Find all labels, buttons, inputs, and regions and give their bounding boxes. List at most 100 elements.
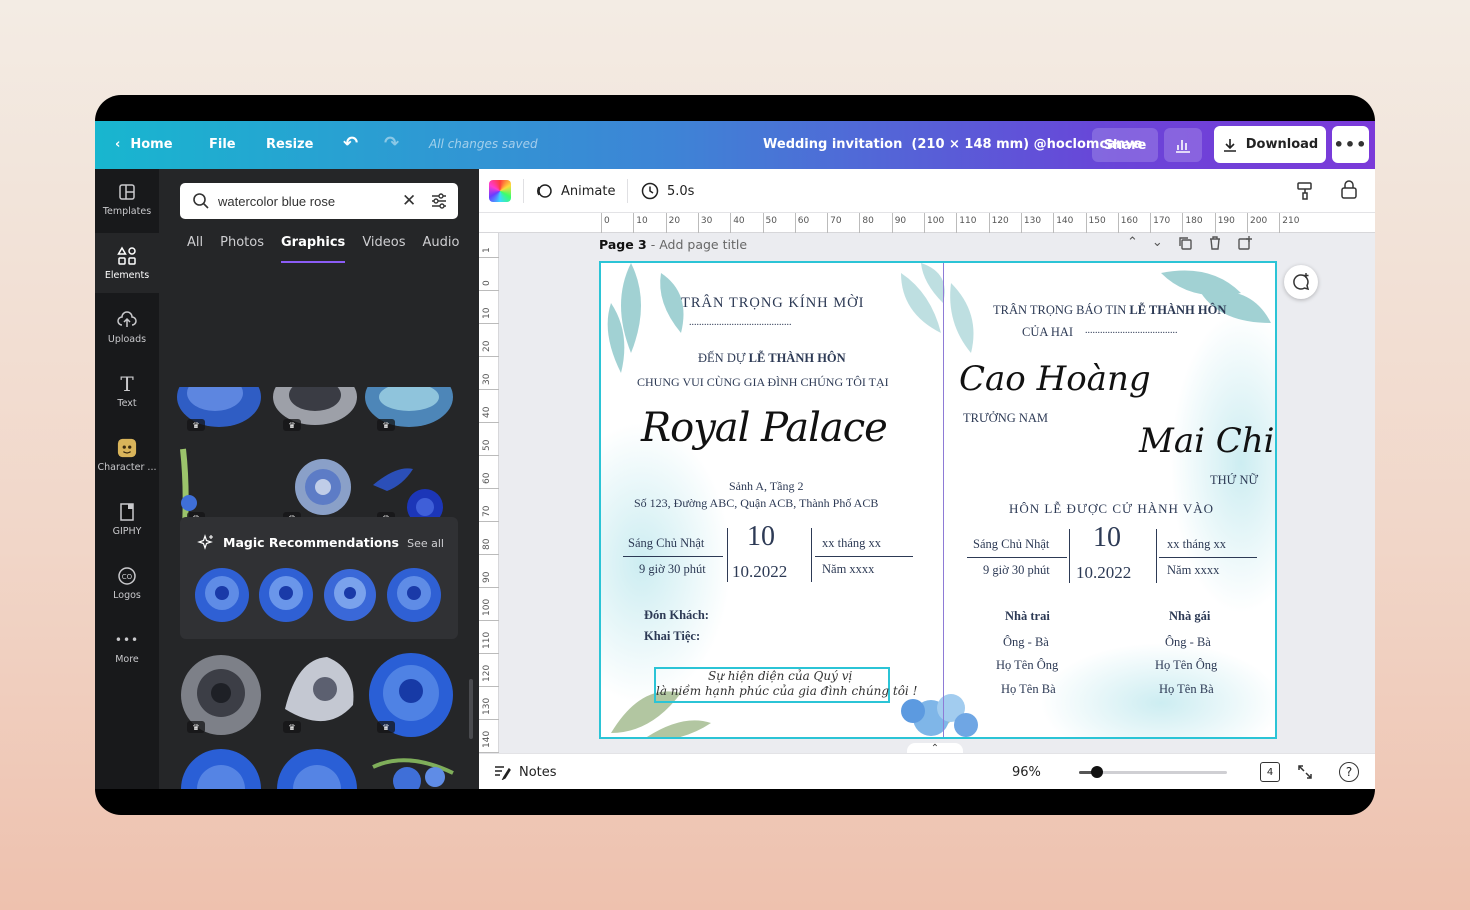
graphics-row-3[interactable] bbox=[177, 649, 467, 741]
duration-button[interactable]: 5.0s bbox=[641, 182, 694, 200]
ceremony-day[interactable]: Sáng Chủ Nhật bbox=[973, 537, 1049, 552]
graphics-row-top[interactable] bbox=[175, 387, 465, 435]
bride-parents-label[interactable]: Ông - Bà bbox=[1165, 635, 1211, 650]
zoom-level[interactable]: 96% bbox=[1012, 765, 1041, 780]
panel-tabs: All Photos Graphics Videos Audio bbox=[187, 235, 476, 263]
animate-button[interactable]: Animate bbox=[535, 182, 615, 200]
rail-logos[interactable]: CO Logos bbox=[95, 553, 159, 613]
page-title-input[interactable]: - Add page title bbox=[651, 237, 747, 252]
rail-templates[interactable]: Templates bbox=[95, 169, 159, 229]
invite-heading[interactable]: TRÂN TRỌNG KÍNH MỜI bbox=[681, 295, 864, 312]
rail-uploads[interactable]: Uploads bbox=[95, 297, 159, 357]
ruler-label: 40 bbox=[733, 216, 745, 226]
lunar-date[interactable]: xx tháng xx bbox=[822, 536, 881, 551]
tab-all[interactable]: All bbox=[187, 235, 203, 263]
tab-photos[interactable]: Photos bbox=[220, 235, 264, 263]
bride-name[interactable]: Mai Chi bbox=[1139, 421, 1275, 461]
recommendation-thumbs[interactable] bbox=[192, 565, 448, 627]
selected-text-box[interactable]: Sự hiện diện của Quý vị là niềm hạnh phú… bbox=[654, 667, 917, 703]
date-month-year[interactable]: 10.2022 bbox=[1076, 563, 1131, 583]
back-home-button[interactable]: ‹ Home bbox=[115, 137, 173, 152]
zoom-slider-handle[interactable] bbox=[1090, 766, 1103, 778]
family-name-line[interactable]: ..................................... bbox=[1085, 325, 1178, 336]
date-day-number[interactable]: 10 bbox=[1093, 522, 1121, 554]
resize-button[interactable]: Resize bbox=[266, 137, 313, 152]
guest-name-line[interactable]: ........................................… bbox=[689, 317, 792, 328]
venue-name[interactable]: Royal Palace bbox=[641, 405, 888, 451]
rail-more[interactable]: ••• More bbox=[95, 617, 159, 677]
add-comment-button[interactable] bbox=[1284, 265, 1318, 299]
announce-heading[interactable]: TRÂN TRỌNG BÁO TIN LỄ THÀNH HÔN bbox=[993, 303, 1226, 318]
tab-graphics[interactable]: Graphics bbox=[280, 235, 346, 263]
notes-button[interactable]: Notes bbox=[493, 764, 557, 780]
groom-family-heading[interactable]: Nhà trai bbox=[1005, 609, 1050, 624]
undo-icon[interactable]: ↶ bbox=[343, 133, 358, 154]
venue-hall[interactable]: Sảnh A, Tầng 2 bbox=[729, 479, 803, 494]
ruler-tick bbox=[479, 257, 499, 258]
ceremony-time[interactable]: 9 giờ 30 phút bbox=[639, 562, 706, 577]
rail-character[interactable]: Character ... bbox=[95, 425, 159, 485]
see-all-link[interactable]: See all bbox=[407, 537, 444, 550]
ruler-tick bbox=[479, 719, 499, 720]
ceremony-heading[interactable]: HÔN LỄ ĐƯỢC CỬ HÀNH VÀO bbox=[1009, 501, 1214, 517]
design-canvas[interactable]: TRÂN TRỌNG KÍNH MỜI ....................… bbox=[599, 261, 1277, 739]
document-title[interactable]: Wedding invitation (210 × 148 mm) @hoclo… bbox=[763, 137, 1142, 152]
insights-button[interactable] bbox=[1164, 128, 1202, 162]
ruler-tick bbox=[1279, 213, 1281, 233]
groom-father-name[interactable]: Họ Tên Ông bbox=[996, 658, 1058, 673]
search-input[interactable] bbox=[218, 193, 398, 209]
ruler-label: 80 bbox=[482, 538, 492, 550]
divider bbox=[811, 528, 812, 582]
graphics-row-4[interactable] bbox=[177, 747, 467, 789]
panel-scrollbar[interactable] bbox=[469, 679, 473, 739]
delete-page-icon[interactable] bbox=[1207, 235, 1223, 251]
bride-family-heading[interactable]: Nhà gái bbox=[1169, 609, 1210, 624]
groom-mother-name[interactable]: Họ Tên Bà bbox=[1001, 682, 1056, 697]
paint-format-icon[interactable] bbox=[1296, 181, 1314, 201]
add-page-icon[interactable] bbox=[1237, 235, 1253, 251]
share-button[interactable]: Share bbox=[1092, 128, 1158, 162]
filter-sliders-icon[interactable] bbox=[430, 192, 448, 210]
zoom-slider[interactable] bbox=[1079, 766, 1227, 778]
help-button[interactable]: ? bbox=[1339, 762, 1359, 782]
guest-welcome[interactable]: Đón Khách: bbox=[644, 608, 709, 623]
date-day-number[interactable]: 10 bbox=[747, 521, 775, 553]
fullscreen-icon[interactable] bbox=[1297, 764, 1313, 780]
lunar-year[interactable]: Năm xxxx bbox=[1167, 563, 1219, 578]
rail-text[interactable]: T Text bbox=[95, 361, 159, 421]
duplicate-page-icon[interactable] bbox=[1177, 235, 1193, 251]
venue-address[interactable]: Số 123, Đường ABC, Quận ACB, Thành Phố A… bbox=[634, 496, 878, 511]
lunar-year[interactable]: Năm xxxx bbox=[822, 562, 874, 577]
lock-icon[interactable] bbox=[1340, 180, 1358, 200]
ruler-label: 0 bbox=[482, 280, 492, 286]
file-menu[interactable]: File bbox=[209, 137, 236, 152]
ceremony-day[interactable]: Sáng Chủ Nhật bbox=[628, 536, 704, 551]
invite-line-2[interactable]: ĐẾN DỰ LỄ THÀNH HÔN bbox=[698, 351, 846, 366]
tab-videos[interactable]: Videos bbox=[362, 235, 405, 263]
more-options-button[interactable]: ••• bbox=[1332, 126, 1369, 163]
bride-role[interactable]: THỨ NỮ bbox=[1210, 473, 1258, 488]
chevron-down-icon[interactable]: ⌄ bbox=[1152, 235, 1163, 251]
redo-icon[interactable]: ↷ bbox=[384, 133, 399, 154]
bride-mother-name[interactable]: Họ Tên Bà bbox=[1159, 682, 1214, 697]
ceremony-time[interactable]: 9 giờ 30 phút bbox=[983, 563, 1050, 578]
invite-line-3[interactable]: CHUNG VUI CÙNG GIA ĐÌNH CHÚNG TÔI TẠI bbox=[637, 375, 889, 390]
bride-father-name[interactable]: Họ Tên Ông bbox=[1155, 658, 1217, 673]
ruler-label: 90 bbox=[482, 571, 492, 583]
page-count-button[interactable]: 4 bbox=[1260, 762, 1280, 782]
clear-search-icon[interactable]: ✕ bbox=[402, 191, 416, 211]
groom-name[interactable]: Cao Hoàng bbox=[959, 359, 1151, 399]
rail-giphy[interactable]: GIPHY bbox=[95, 489, 159, 549]
download-button[interactable]: Download bbox=[1214, 126, 1326, 163]
groom-parents-label[interactable]: Ông - Bà bbox=[1003, 635, 1049, 650]
date-month-year[interactable]: 10.2022 bbox=[732, 562, 787, 582]
rail-elements[interactable]: Elements bbox=[95, 233, 159, 293]
groom-role[interactable]: TRƯỞNG NAM bbox=[963, 411, 1048, 426]
banquet-start[interactable]: Khai Tiệc: bbox=[644, 629, 700, 644]
ruler-tick bbox=[1053, 213, 1055, 233]
tab-audio[interactable]: Audio bbox=[423, 235, 460, 263]
announce-line-2[interactable]: CỦA HAI bbox=[1022, 325, 1073, 340]
lunar-date[interactable]: xx tháng xx bbox=[1167, 537, 1226, 552]
chevron-up-icon[interactable]: ⌃ bbox=[1127, 235, 1138, 251]
color-picker-button[interactable] bbox=[489, 180, 511, 202]
